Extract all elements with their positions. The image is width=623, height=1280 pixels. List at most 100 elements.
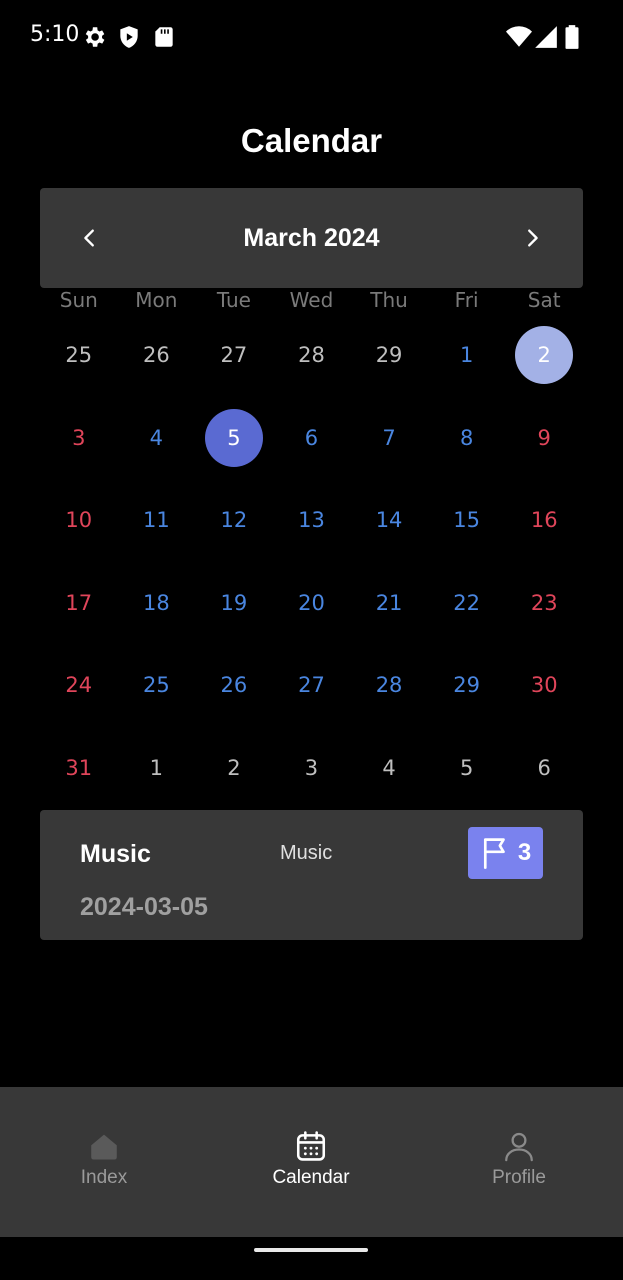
settings-icon: [85, 27, 105, 47]
day-cell[interactable]: 9: [505, 397, 583, 480]
day-cell[interactable]: 4: [118, 397, 196, 480]
day-number: 28: [375, 673, 403, 698]
day-cell[interactable]: 3: [40, 397, 118, 480]
day-cell[interactable]: 1: [118, 727, 196, 810]
day-cell[interactable]: 20: [273, 562, 351, 645]
status-time: 5:10: [30, 22, 80, 47]
month-title: March 2024: [243, 224, 380, 252]
day-cell[interactable]: 5: [428, 727, 506, 810]
day-cell[interactable]: 4: [350, 727, 428, 810]
day-number: 23: [530, 590, 558, 615]
day-number: 4: [382, 755, 396, 780]
day-cell[interactable]: 14: [350, 479, 428, 562]
day-number-selected: 2: [515, 326, 574, 385]
day-number: 17: [65, 590, 93, 615]
day-cell[interactable]: 5: [195, 397, 273, 480]
day-cell[interactable]: 16: [505, 479, 583, 562]
day-cell[interactable]: 28: [350, 644, 428, 727]
day-cell[interactable]: 17: [40, 562, 118, 645]
day-cell[interactable]: 8: [428, 397, 506, 480]
day-cell[interactable]: 23: [505, 562, 583, 645]
month-header: March 2024: [40, 188, 583, 288]
day-number: 6: [537, 755, 551, 780]
next-month-button[interactable]: [509, 215, 555, 261]
day-number: 13: [298, 508, 325, 533]
day-number: 27: [220, 343, 248, 368]
day-cell[interactable]: 31: [40, 727, 118, 810]
day-cell[interactable]: 27: [273, 644, 351, 727]
cellular-signal-icon: [535, 26, 557, 48]
day-cell[interactable]: 25: [40, 314, 118, 397]
day-cell[interactable]: 26: [118, 314, 196, 397]
day-cell[interactable]: 30: [505, 644, 583, 727]
page-title: Calendar: [240, 122, 383, 159]
nav-item-calendar[interactable]: Calendar: [241, 1129, 381, 1199]
day-cell[interactable]: 13: [273, 479, 351, 562]
day-cell[interactable]: 6: [505, 727, 583, 810]
event-category: Music: [280, 842, 333, 864]
calendar-icon: [296, 1131, 326, 1161]
day-number: 5: [459, 755, 474, 780]
day-cell[interactable]: 12: [195, 479, 273, 562]
bottom-navigation: Index Calendar Profile: [0, 1087, 623, 1237]
event-card[interactable]: Music Music 2024-03-05 3: [40, 810, 583, 940]
day-cell[interactable]: 21: [350, 562, 428, 645]
day-cell[interactable]: 10: [40, 479, 118, 562]
day-cell[interactable]: 2: [195, 727, 273, 810]
shield-icon: [120, 26, 138, 48]
day-number: 30: [530, 673, 558, 698]
day-cell[interactable]: 29: [350, 314, 428, 397]
day-cell[interactable]: 7: [350, 397, 428, 480]
day-number: 9: [537, 425, 551, 450]
day-number: 12: [220, 508, 248, 533]
day-cell[interactable]: 15: [428, 479, 506, 562]
day-number: 31: [65, 755, 93, 780]
day-cell[interactable]: 6: [273, 397, 351, 480]
day-number: 22: [453, 590, 480, 615]
day-cell[interactable]: 18: [118, 562, 196, 645]
day-number: 3: [304, 755, 319, 780]
day-cell[interactable]: 28: [273, 314, 351, 397]
day-number: 3: [72, 425, 86, 450]
day-cell[interactable]: 27: [195, 314, 273, 397]
day-number: 8: [459, 425, 474, 450]
nav-label-index: Index: [80, 1167, 128, 1188]
day-number: 29: [375, 343, 403, 368]
event-date: 2024-03-05: [80, 893, 208, 921]
wifi-icon: [506, 26, 532, 47]
battery-icon: [565, 25, 579, 49]
day-number: 28: [298, 343, 325, 368]
day-number: 15: [453, 508, 480, 533]
day-number: 21: [375, 590, 403, 615]
day-cell[interactable]: 29: [428, 644, 506, 727]
day-number: 19: [220, 590, 248, 615]
day-number: 24: [65, 673, 93, 698]
day-cell[interactable]: 2: [505, 314, 583, 397]
chevron-right-icon: [528, 229, 538, 247]
event-flag-count: 3: [517, 839, 532, 866]
day-cell[interactable]: 19: [195, 562, 273, 645]
nav-item-profile[interactable]: Profile: [449, 1129, 589, 1199]
day-cell[interactable]: 26: [195, 644, 273, 727]
day-cell[interactable]: 11: [118, 479, 196, 562]
day-cell[interactable]: 25: [118, 644, 196, 727]
day-number: 16: [530, 508, 558, 533]
event-flag-badge: 3: [468, 827, 543, 879]
day-number: 25: [142, 673, 170, 698]
day-number-today: 5: [204, 408, 263, 467]
day-number: 27: [298, 673, 325, 698]
day-number: 29: [453, 673, 480, 698]
day-cell[interactable]: 3: [273, 727, 351, 810]
day-number: 4: [149, 425, 164, 450]
day-number: 6: [304, 425, 319, 450]
day-cell[interactable]: 24: [40, 644, 118, 727]
day-cell[interactable]: 1: [428, 314, 506, 397]
day-number: 10: [65, 508, 93, 533]
status-bar: 5:10: [0, 0, 623, 72]
day-number: 1: [459, 343, 474, 368]
nav-label-calendar: Calendar: [272, 1167, 350, 1188]
day-cell[interactable]: 22: [428, 562, 506, 645]
day-number: 7: [382, 425, 396, 450]
nav-item-index[interactable]: Index: [34, 1129, 174, 1199]
day-number: 26: [220, 673, 248, 698]
